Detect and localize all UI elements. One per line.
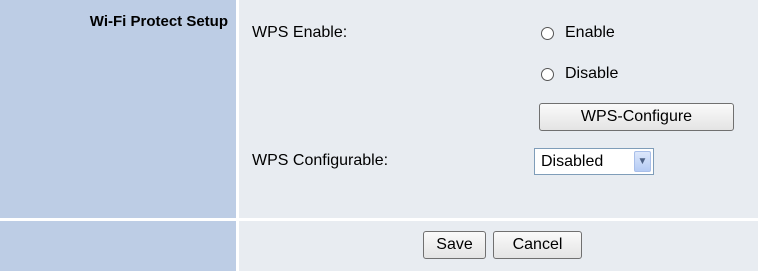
save-button[interactable]: Save xyxy=(423,231,486,259)
wps-settings-panel: Wi-Fi Protect Setup WPS Enable: Enable D… xyxy=(0,0,758,271)
radio-enable-label: Enable xyxy=(565,24,615,41)
wps-enable-radio-enable[interactable]: Enable xyxy=(541,24,615,42)
wps-enable-radio-disable[interactable]: Disable xyxy=(541,65,618,83)
wps-configurable-select[interactable]: Disabled ▼ xyxy=(534,148,654,175)
sidebar-footer xyxy=(0,221,237,271)
wps-configurable-label: WPS Configurable: xyxy=(252,152,389,169)
wps-configurable-value: Disabled xyxy=(541,152,604,170)
radio-disable-circle[interactable] xyxy=(541,67,554,81)
sidebar: Wi-Fi Protect Setup xyxy=(0,0,237,218)
radio-enable-circle[interactable] xyxy=(541,26,554,40)
section-title: Wi-Fi Protect Setup xyxy=(89,13,228,30)
settings-content: WPS Enable: Enable Disable WPS-Configure… xyxy=(239,0,758,218)
wps-enable-label: WPS Enable: xyxy=(252,24,348,41)
cancel-button[interactable]: Cancel xyxy=(493,231,582,259)
wps-configure-button[interactable]: WPS-Configure xyxy=(539,103,734,131)
radio-disable-label: Disable xyxy=(565,65,619,82)
chevron-down-icon[interactable]: ▼ xyxy=(634,151,651,172)
